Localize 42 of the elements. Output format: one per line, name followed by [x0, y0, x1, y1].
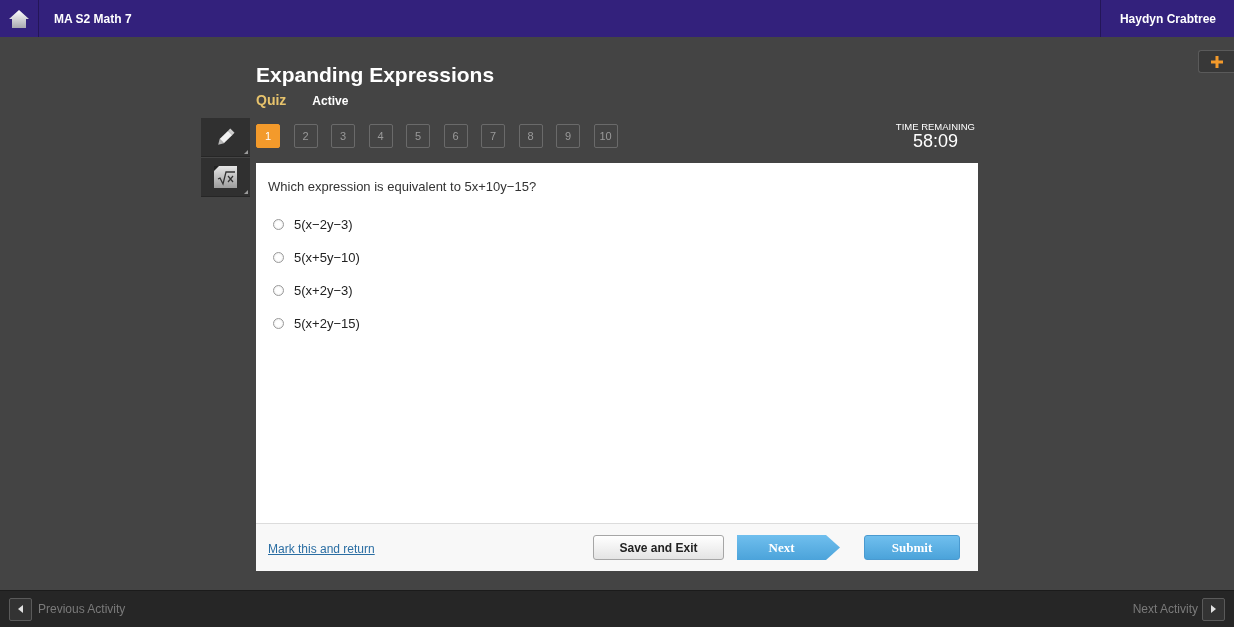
math-tool-button[interactable] [201, 158, 250, 197]
user-name[interactable]: Haydyn Crabtree [1119, 11, 1216, 26]
question-number-button[interactable]: 2 [293, 124, 318, 148]
question-number-button[interactable]: 1 [256, 124, 280, 148]
activity-type: Quiz [256, 92, 287, 108]
left-triangle-icon [18, 605, 23, 613]
answer-option[interactable]: 5(x+5y−10) [294, 249, 360, 266]
previous-activity-link[interactable]: Previous Activity [38, 602, 126, 616]
question-number-button[interactable]: 6 [443, 124, 468, 148]
submit-button[interactable]: Submit [864, 535, 960, 560]
add-button[interactable] [1198, 50, 1234, 73]
radio-button[interactable] [273, 318, 284, 329]
answer-option[interactable]: 5(x−2y−3) [294, 216, 353, 233]
radio-button[interactable] [273, 219, 284, 230]
next-activity-button[interactable] [1202, 597, 1225, 621]
course-title: MA S2 Math 7 [54, 11, 132, 26]
next-activity-link[interactable]: Next Activity [1132, 602, 1198, 616]
pencil-tool-button[interactable] [201, 118, 250, 157]
question-number-button[interactable]: 5 [406, 124, 430, 148]
right-triangle-icon [1211, 605, 1216, 613]
home-icon[interactable] [9, 9, 29, 28]
question-number-button[interactable]: 4 [368, 124, 393, 148]
question-number-button[interactable]: 10 [593, 124, 618, 148]
timer-value: 58:09 [912, 132, 958, 151]
mark-and-return-link[interactable]: Mark this and return [268, 541, 375, 556]
save-and-exit-button[interactable]: Save and Exit [593, 535, 724, 560]
question-text: Which expression is equivalent to 5x+10y−15? [268, 179, 538, 195]
answer-option[interactable]: 5(x+2y−3) [294, 282, 353, 299]
answer-option[interactable]: 5(x+2y−15) [294, 315, 360, 332]
previous-activity-button[interactable] [9, 597, 32, 621]
activity-status: Active [312, 93, 349, 109]
question-number-button[interactable]: 7 [481, 124, 505, 148]
next-button[interactable]: Next [737, 535, 840, 560]
square-root-icon [214, 166, 237, 188]
radio-button[interactable] [273, 252, 284, 263]
timer-label: TIME REMAINING [895, 121, 975, 132]
question-number-button[interactable]: 9 [556, 124, 580, 148]
plus-icon [1210, 55, 1223, 68]
question-number-button[interactable]: 8 [518, 124, 543, 148]
radio-button[interactable] [273, 285, 284, 296]
activity-title: Expanding Expressions [256, 63, 495, 86]
question-number-button[interactable]: 3 [331, 124, 355, 148]
